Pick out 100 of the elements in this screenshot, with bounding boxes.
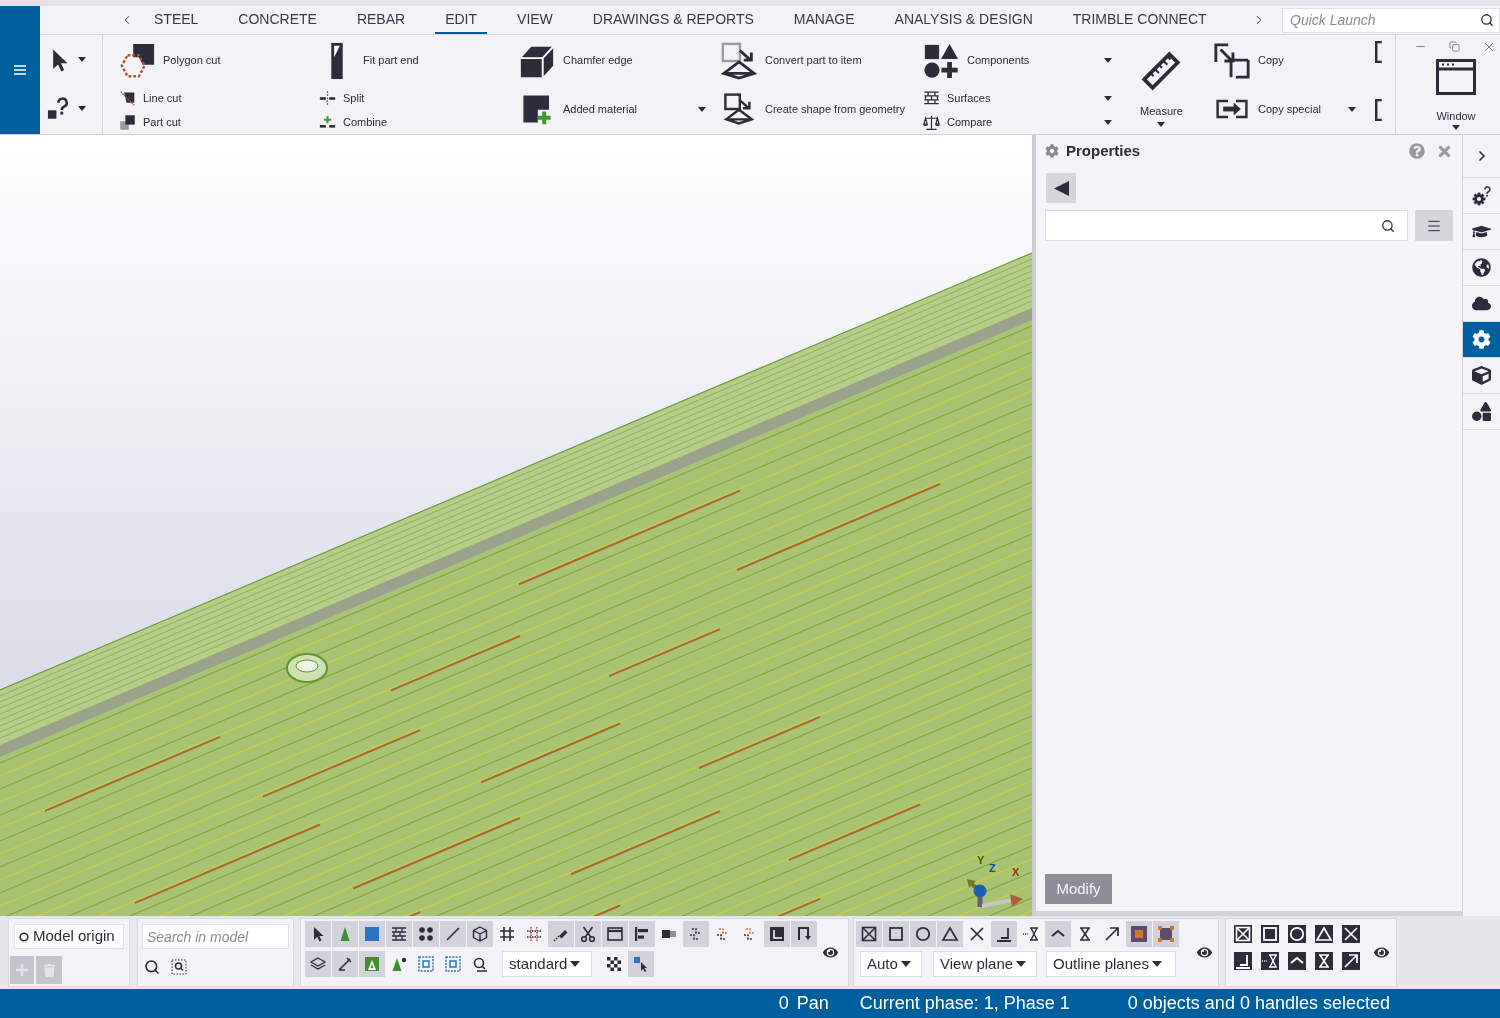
ribbon-button[interactable]: Convert part to item <box>720 35 908 86</box>
shapes-icon <box>922 41 960 80</box>
crossed-box-icon[interactable] <box>1234 925 1252 943</box>
window-button[interactable]: Window <box>1432 55 1480 130</box>
cloud-icon <box>1472 294 1491 313</box>
ribbon-tab[interactable]: TRIMBLE CONNECT <box>1062 6 1217 34</box>
ribbon-tab[interactable]: DRAWINGS & REPORTS <box>582 6 764 34</box>
toolbar-button[interactable] <box>413 921 439 947</box>
ribbon-tab[interactable]: MANAGE <box>783 6 865 34</box>
toolbar-button[interactable] <box>602 921 628 947</box>
toolbar-button[interactable] <box>575 921 601 947</box>
axis-label: Z <box>989 862 996 874</box>
status-phase: Current phase: 1, Phase 1 <box>859 992 1070 1015</box>
ribbon-button[interactable]: Measure <box>1140 35 1183 127</box>
ribbon-tab[interactable]: REBAR <box>346 6 416 34</box>
bracket-icon[interactable] <box>1374 41 1383 63</box>
ribbon-button[interactable]: Surfaces <box>922 86 1112 110</box>
search-icon[interactable] <box>1381 218 1395 233</box>
ribbon-button[interactable]: Copy <box>1213 35 1356 86</box>
ribbon-button[interactable]: Combine <box>318 110 504 134</box>
ribbon-button[interactable]: Fit part end <box>318 35 504 86</box>
cross-icon[interactable] <box>1342 925 1360 943</box>
cone-dot-icon <box>390 955 408 973</box>
toolbar-button[interactable] <box>305 951 331 977</box>
eye-icon[interactable] <box>1197 945 1212 960</box>
work-plane-dropdown[interactable]: Model origin <box>14 924 124 949</box>
toolbar-button[interactable] <box>548 921 574 947</box>
dropdown[interactable]: standard <box>502 951 592 977</box>
toolbar-button[interactable] <box>305 921 331 947</box>
ribbon-button[interactable]: Added material <box>518 86 706 132</box>
axis-label: Y <box>977 854 985 866</box>
toolbar-button[interactable] <box>386 921 412 947</box>
squares-icon <box>118 113 136 131</box>
ribbon-button[interactable]: Create shape from geometry <box>720 86 908 132</box>
eye-icon[interactable] <box>823 945 838 960</box>
zoom-selection-icon[interactable] <box>171 959 187 975</box>
ribbon-tab[interactable]: EDIT <box>435 6 488 34</box>
corner-icon <box>995 925 1013 943</box>
axis-gizmo-icon <box>966 879 1024 909</box>
line-icon <box>444 925 462 943</box>
dropdown[interactable]: View plane <box>933 951 1037 977</box>
toolbar-button[interactable] <box>1153 921 1179 947</box>
properties-search-field[interactable] <box>1045 210 1408 241</box>
toolbar-button[interactable] <box>467 921 493 947</box>
ribbon-button[interactable]: Line cut <box>118 86 304 110</box>
menu-button[interactable] <box>1415 210 1453 241</box>
ribbon-button[interactable]: Split <box>318 86 504 110</box>
square-icon <box>887 925 905 943</box>
ribbon-button[interactable]: Components <box>922 35 1112 86</box>
chevron-icon[interactable] <box>1288 952 1306 970</box>
ruler-icon <box>1140 50 1183 92</box>
search-field[interactable]: Search in model <box>142 924 289 949</box>
toolbar-button[interactable] <box>628 951 654 977</box>
caret-icon <box>1151 961 1162 967</box>
circle-icon[interactable] <box>1288 925 1306 943</box>
search-icon[interactable] <box>1480 12 1494 27</box>
back-button[interactable] <box>1046 173 1076 203</box>
toolbar-button[interactable] <box>910 921 936 947</box>
toolbar-button[interactable] <box>1045 921 1071 947</box>
brick-icon <box>922 89 940 107</box>
frame-icon <box>768 925 786 943</box>
hourglass-icon[interactable] <box>1261 952 1279 970</box>
ribbon-button[interactable]: Copy special <box>1213 86 1356 132</box>
toolbar-button[interactable] <box>883 921 909 947</box>
toolbar-button[interactable] <box>937 921 963 947</box>
ribbon-button[interactable]: Chamfer edge <box>518 35 706 86</box>
ribbon-tab[interactable]: VIEW <box>507 6 563 34</box>
toolbar-button[interactable] <box>1126 921 1152 947</box>
window-icon <box>606 925 624 943</box>
toolbar-button[interactable] <box>991 921 1017 947</box>
settings-icon <box>1472 330 1491 349</box>
caret-icon <box>900 961 911 967</box>
quick-launch-field[interactable]: Quick Launch <box>1282 7 1500 33</box>
ribbon-button[interactable]: Polygon cut <box>118 35 304 86</box>
dropdown[interactable]: Outline planes <box>1046 951 1176 977</box>
diagonal-arrow-icon[interactable] <box>1342 952 1360 970</box>
eye-icon[interactable] <box>1374 945 1389 960</box>
toolbar-button[interactable] <box>629 921 655 947</box>
toolbar-button[interactable] <box>764 921 790 947</box>
ribbon-button[interactable]: Compare <box>922 110 1112 134</box>
align-icon <box>633 925 651 943</box>
dots-icon <box>417 925 435 943</box>
cross-icon <box>968 925 986 943</box>
ribbon-tab[interactable]: ANALYSIS & DESIGN <box>884 6 1043 34</box>
ribbon-tab[interactable]: CONCRETE <box>228 6 327 34</box>
toolbar-button[interactable] <box>791 921 817 947</box>
add-material-icon <box>521 93 553 125</box>
side-tab[interactable] <box>1463 322 1500 358</box>
toolbar-button[interactable] <box>856 921 882 947</box>
square-icon[interactable] <box>1261 925 1279 943</box>
toolbar-button[interactable] <box>332 951 358 977</box>
triangle-icon[interactable] <box>1315 925 1333 943</box>
bracket-icon[interactable] <box>1374 99 1383 121</box>
cube-icon <box>1472 366 1491 385</box>
search-icon[interactable] <box>144 959 160 975</box>
ribbon-button[interactable]: Part cut <box>118 110 304 134</box>
dropdown[interactable]: Auto <box>860 951 922 977</box>
ribbon-tab[interactable]: STEEL <box>144 6 209 34</box>
corner-icon[interactable] <box>1234 952 1252 970</box>
hourglass-icon[interactable] <box>1315 952 1333 970</box>
